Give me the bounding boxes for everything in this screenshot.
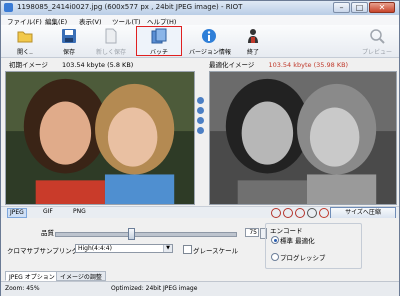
- optimized-image-pane[interactable]: [209, 71, 397, 205]
- original-pane-label: 初期イメージ: [9, 61, 48, 69]
- document-icon: [105, 28, 117, 44]
- original-pane-info: 103.54 kbyte (5.8 KB): [61, 61, 134, 69]
- grayscale-label: グレースケール: [193, 247, 239, 255]
- clear-icon[interactable]: [319, 208, 329, 218]
- menu-bar: ファイル(F) 編集(E) 表示(V) ツール(T) ヘルプ(H): [1, 15, 399, 26]
- quality-slider-track[interactable]: [55, 232, 237, 237]
- info-icon: [202, 29, 216, 43]
- zoom-out-icon[interactable]: [197, 107, 204, 114]
- zoom-tools: [197, 97, 207, 137]
- app-icon: [4, 3, 13, 12]
- save-as-button[interactable]: 新しく保存: [95, 27, 127, 56]
- format-gif[interactable]: GIF: [41, 208, 55, 216]
- optimized-pane-header: 最適化イメージ 103.54 kbyte (35.98 KB): [209, 59, 348, 69]
- person-exit-icon: [248, 29, 258, 43]
- app-window: 1198085_2414i0027.jpg (600x577 px , 24bi…: [0, 0, 400, 296]
- batch-icon: [151, 28, 167, 44]
- open-label: 開く..: [17, 49, 33, 56]
- window-title: 1198085_2414i0027.jpg (600x577 px , 24bi…: [17, 3, 243, 11]
- title-bar: 1198085_2414i0027.jpg (600x577 px , 24bi…: [1, 1, 399, 16]
- quality-input[interactable]: 75: [245, 228, 259, 237]
- save-as-label: 新しく保存: [95, 49, 126, 56]
- options-tabs: JPEG オプション イメージの調整: [1, 271, 399, 281]
- optimized-pane-label: 最適化イメージ: [209, 61, 255, 69]
- chroma-select-value: High(4:4:4): [78, 245, 112, 252]
- preview-button[interactable]: プレビュー: [361, 27, 393, 56]
- folder-icon: [17, 31, 33, 43]
- maximize-button[interactable]: □: [351, 2, 368, 13]
- preview-label: プレビュー: [361, 49, 392, 56]
- version-info-label: バージョン情報: [189, 49, 231, 56]
- batch-button[interactable]: バッチ: [136, 26, 182, 56]
- undo-icon[interactable]: [271, 208, 281, 218]
- encoding-standard-radio[interactable]: [271, 236, 279, 244]
- fit-icon[interactable]: [197, 117, 204, 124]
- chroma-select[interactable]: High(4:4:4) ▼: [75, 244, 173, 253]
- encoding-label: エンコード: [270, 227, 303, 235]
- grayscale-checkbox[interactable]: [183, 245, 192, 254]
- quality-slider-thumb[interactable]: [128, 228, 135, 240]
- status-bar: Zoom: 45% Optimized: 24bit JPEG image: [1, 281, 399, 296]
- batch-label: バッチ: [149, 49, 168, 56]
- tab-image-adjust[interactable]: イメージの調整: [56, 271, 106, 281]
- actual-size-icon[interactable]: [197, 127, 204, 134]
- preview-icon: [370, 29, 385, 44]
- version-info-button[interactable]: バージョン情報: [189, 27, 231, 56]
- quit-button[interactable]: 終了: [237, 27, 269, 56]
- zoom-in-icon[interactable]: [197, 97, 204, 104]
- chevron-down-icon: ▼: [163, 245, 172, 252]
- quit-label: 終了: [246, 49, 259, 56]
- quality-label: 品質: [41, 229, 54, 237]
- encoding-group: エンコード 標準 最適化 プログレッシブ: [265, 223, 362, 269]
- optimized-pane-info: 103.54 kbyte (35.98 KB): [268, 61, 349, 69]
- tab-jpeg-options[interactable]: JPEG オプション: [5, 271, 59, 281]
- original-photo: [6, 72, 194, 204]
- original-image-pane[interactable]: [5, 71, 195, 205]
- redo-icon[interactable]: [283, 208, 293, 218]
- close-button[interactable]: ✕: [369, 2, 395, 13]
- format-png[interactable]: PNG: [71, 208, 88, 216]
- minimize-button[interactable]: –: [333, 2, 350, 13]
- encoding-progressive-label: プログレッシブ: [280, 254, 326, 262]
- save-label: 保存: [62, 49, 75, 56]
- original-pane-header: 初期イメージ 103.54 kbyte (5.8 KB): [9, 59, 133, 69]
- encoding-progressive-radio[interactable]: [271, 253, 279, 261]
- toolbar: 開く.. 保存 新しく保存 バッチ バージョン情報 終了 プレビュー: [1, 25, 399, 58]
- status-info: Optimized: 24bit JPEG image: [111, 285, 198, 292]
- encoding-standard-label: 標準 最適化: [280, 237, 315, 245]
- status-zoom: Zoom: 45%: [5, 285, 40, 292]
- save-button[interactable]: 保存: [53, 27, 85, 56]
- settings-icon[interactable]: [307, 208, 317, 218]
- refresh-icon[interactable]: [295, 208, 305, 218]
- format-jpeg[interactable]: JPEG: [7, 208, 27, 218]
- floppy-icon: [62, 29, 76, 43]
- open-button[interactable]: 開く..: [9, 27, 41, 56]
- optimized-photo: [210, 72, 396, 204]
- chroma-label: クロマサブサンプリング: [7, 247, 79, 255]
